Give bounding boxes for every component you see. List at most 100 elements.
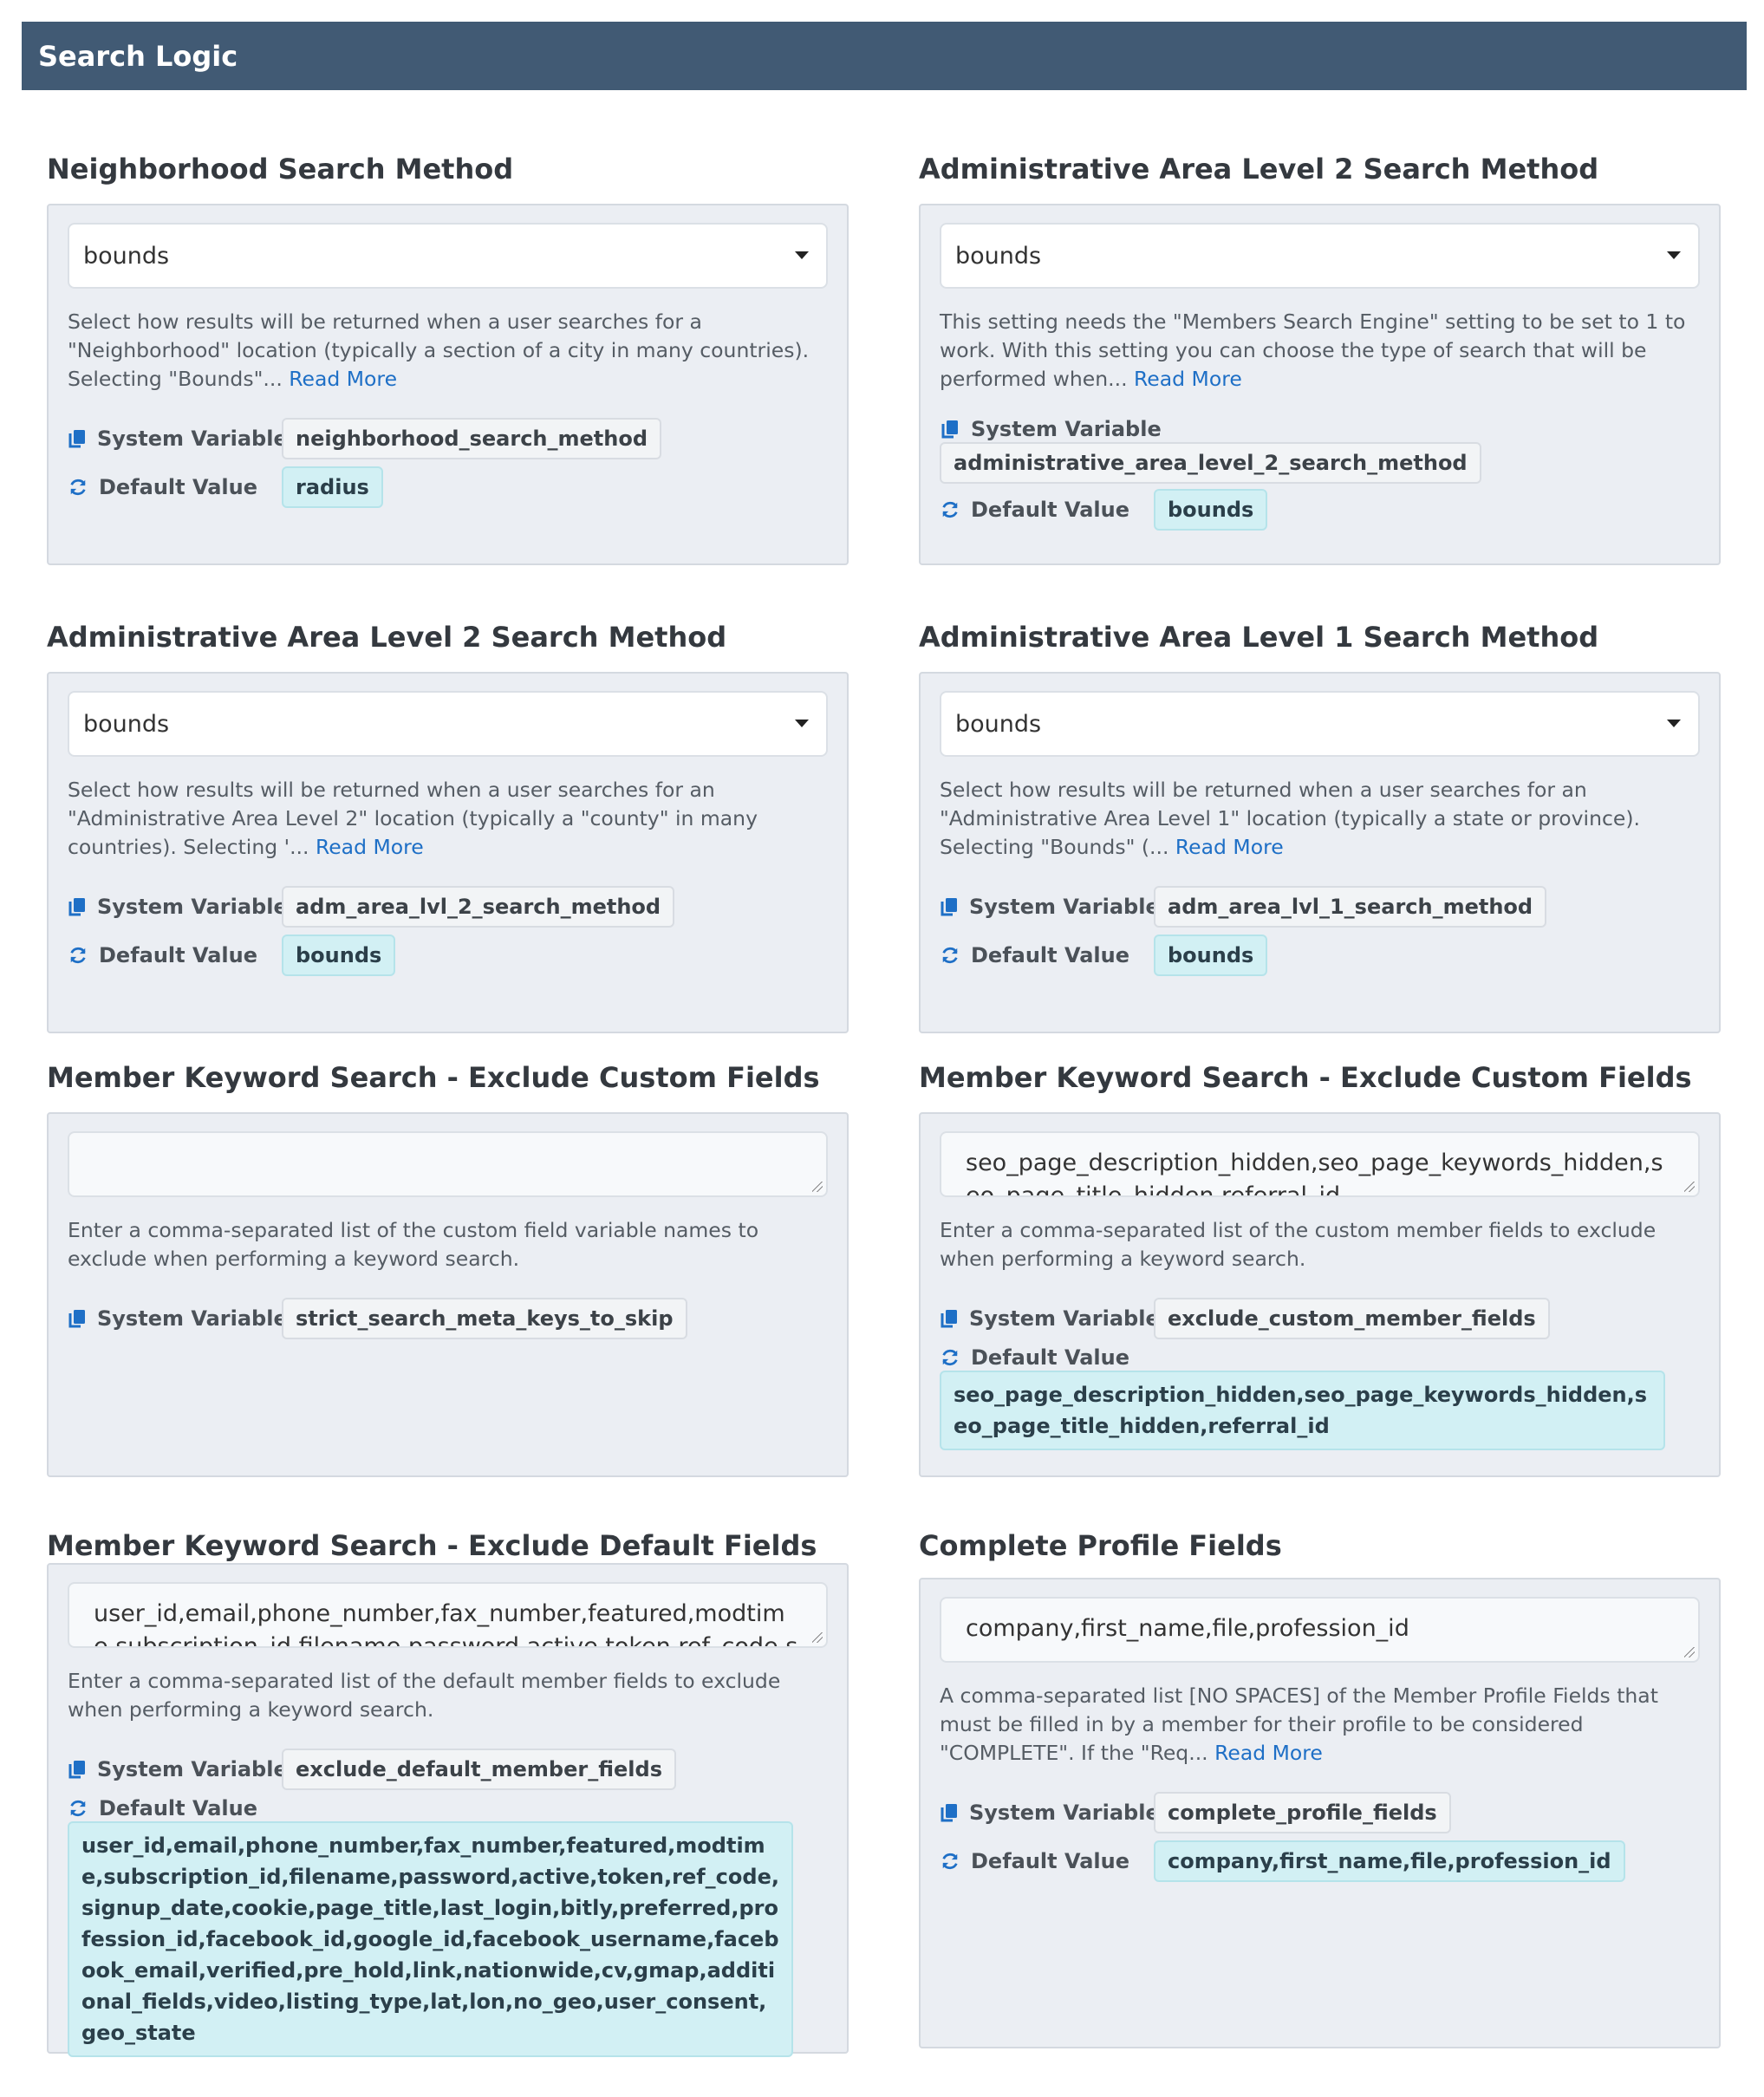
default-value: bounds (1154, 489, 1268, 531)
complete-profile-textarea[interactable]: company,first_name,file,profession_id (940, 1597, 1700, 1664)
setting-card: bounds This setting needs the "Members S… (919, 204, 1721, 565)
default-value-label: Default Value (971, 498, 1130, 522)
read-more-link[interactable]: Read More (1214, 1741, 1323, 1765)
search-method-select[interactable]: bounds (940, 691, 1700, 757)
copy-icon[interactable] (68, 896, 87, 917)
system-variable-value: complete_profile_fields (1154, 1792, 1451, 1834)
system-variable-row: System Variable adm_area_lvl_1_search_me… (940, 884, 1700, 929)
caret-down-icon (1667, 251, 1681, 259)
system-variable-label: System Variable (969, 895, 1160, 919)
setting-title: Member Keyword Search - Exclude Custom F… (47, 1061, 820, 1094)
refresh-icon[interactable] (68, 477, 88, 498)
setting-meta: System Variable strict_search_meta_keys_… (68, 1296, 828, 1341)
copy-icon[interactable] (940, 1308, 959, 1329)
system-variable-value: exclude_custom_member_fields (1154, 1298, 1550, 1339)
setting-card: bounds Select how results will be return… (919, 672, 1721, 1033)
setting-description: Enter a comma-separated list of the cust… (940, 1218, 1657, 1271)
select-value: bounds (83, 242, 170, 270)
read-more-link[interactable]: Read More (316, 835, 424, 859)
system-variable-label: System Variable (97, 1306, 288, 1331)
select-value: bounds (955, 710, 1042, 738)
system-variable-value: neighborhood_search_method (282, 418, 662, 459)
setting-description: A comma-separated list [NO SPACES] of th… (940, 1683, 1658, 1766)
setting-description: This setting needs the "Members Search E… (940, 309, 1686, 391)
exclude-fields-textarea[interactable]: user_id,email,phone_number,fax_number,fe… (68, 1582, 828, 1648)
settings-grid: Neighborhood Search Method bounds Select… (47, 152, 1721, 2057)
default-value-row: Default Value company,first_name,file,pr… (940, 1839, 1700, 1884)
default-value-row: Default Value bounds (940, 933, 1700, 978)
setting-card: bounds Select how results will be return… (47, 672, 849, 1033)
system-variable-row: System Variable complete_profile_fields (940, 1790, 1700, 1835)
system-variable-row: System Variable strict_search_meta_keys_… (68, 1296, 828, 1341)
caret-down-icon (795, 720, 809, 727)
setting-title: Administrative Area Level 2 Search Metho… (47, 621, 727, 654)
refresh-icon[interactable] (940, 1851, 960, 1872)
read-more-link[interactable]: Read More (1134, 367, 1242, 391)
copy-icon[interactable] (68, 428, 87, 449)
read-more-link[interactable]: Read More (289, 367, 397, 391)
setting-meta: System Variable neighborhood_search_meth… (68, 416, 828, 510)
system-variable-value: adm_area_lvl_1_search_method (1154, 886, 1547, 928)
setting-description: Enter a comma-separated list of the defa… (68, 1669, 781, 1722)
default-value: radius (282, 466, 383, 508)
setting-meta: System Variable exclude_default_member_f… (68, 1747, 828, 2057)
default-value: user_id,email,phone_number,fax_number,fe… (68, 1821, 793, 2057)
setting-meta: System Variable adm_area_lvl_1_search_me… (940, 884, 1700, 978)
refresh-icon[interactable] (68, 1798, 88, 1819)
setting-card: Enter a comma-separated list of the cust… (47, 1112, 849, 1477)
setting-description: Select how results will be returned when… (940, 778, 1640, 859)
refresh-icon[interactable] (940, 499, 960, 520)
copy-icon[interactable] (940, 419, 960, 440)
refresh-icon[interactable] (940, 945, 960, 966)
setting-complete-profile-fields: Complete Profile Fields company,first_na… (919, 1528, 1721, 2048)
textarea-value: company,first_name,file,profession_id (966, 1615, 1409, 1643)
setting-title: Complete Profile Fields (919, 1529, 1282, 1562)
system-variable-value: exclude_default_member_fields (282, 1749, 676, 1790)
system-variable-label: System Variable (97, 427, 288, 451)
setting-card: user_id,email,phone_number,fax_number,fe… (47, 1563, 849, 2057)
copy-icon[interactable] (68, 1759, 87, 1780)
search-method-select[interactable]: bounds (68, 223, 828, 289)
refresh-icon[interactable] (940, 1347, 960, 1368)
default-value-row: Default Value radius (68, 465, 828, 510)
caret-down-icon (1667, 720, 1681, 727)
default-value: company,first_name,file,profession_id (1154, 1840, 1625, 1883)
section-header: Search Logic (22, 22, 1747, 90)
setting-title: Member Keyword Search - Exclude Default … (47, 1529, 817, 1562)
setting-title: Member Keyword Search - Exclude Custom F… (919, 1061, 1692, 1094)
default-value-label: Default Value (99, 1796, 258, 1820)
resize-handle-icon[interactable] (812, 1182, 823, 1192)
setting-title: Administrative Area Level 2 Search Metho… (919, 153, 1599, 186)
setting-adm-area-lvl-2-search-method: Administrative Area Level 2 Search Metho… (47, 620, 849, 1060)
read-more-link[interactable]: Read More (1175, 835, 1284, 859)
setting-exclude-custom-member-fields: Member Keyword Search - Exclude Custom F… (919, 1060, 1721, 1528)
exclude-fields-textarea[interactable] (68, 1131, 828, 1197)
resize-handle-icon[interactable] (1684, 1182, 1695, 1192)
setting-description: Select how results will be returned when… (68, 778, 758, 859)
system-variable-label: System Variable (969, 1801, 1160, 1826)
system-variable-label: System Variable (97, 895, 288, 919)
setting-meta: System Variable administrative_area_leve… (940, 416, 1700, 532)
exclude-fields-textarea[interactable]: seo_page_description_hidden,seo_page_key… (940, 1131, 1700, 1197)
default-value-row: Default Value bounds (68, 933, 828, 978)
resize-handle-icon[interactable] (1684, 1647, 1695, 1658)
system-variable-label: System Variable (97, 1757, 288, 1781)
system-variable-value: administrative_area_level_2_search_metho… (940, 442, 1481, 484)
system-variable-value: adm_area_lvl_2_search_method (282, 886, 675, 928)
copy-icon[interactable] (940, 896, 959, 917)
system-variable-value: strict_search_meta_keys_to_skip (282, 1298, 687, 1339)
setting-meta: System Variable exclude_custom_member_fi… (940, 1296, 1700, 1450)
copy-icon[interactable] (940, 1802, 959, 1823)
search-method-select[interactable]: bounds (940, 223, 1700, 289)
setting-admin-area-2-search-method-engine: Administrative Area Level 2 Search Metho… (919, 152, 1721, 620)
setting-description: Select how results will be returned when… (68, 309, 810, 391)
system-variable-row: System Variable adm_area_lvl_2_search_me… (68, 884, 828, 929)
setting-card: company,first_name,file,profession_id A … (919, 1578, 1721, 2048)
resize-handle-icon[interactable] (812, 1632, 823, 1643)
system-variable-row: System Variable neighborhood_search_meth… (68, 416, 828, 461)
refresh-icon[interactable] (68, 945, 88, 966)
copy-icon[interactable] (68, 1308, 87, 1329)
default-value-label: Default Value (99, 475, 258, 499)
setting-card: bounds Select how results will be return… (47, 204, 849, 565)
search-method-select[interactable]: bounds (68, 691, 828, 757)
